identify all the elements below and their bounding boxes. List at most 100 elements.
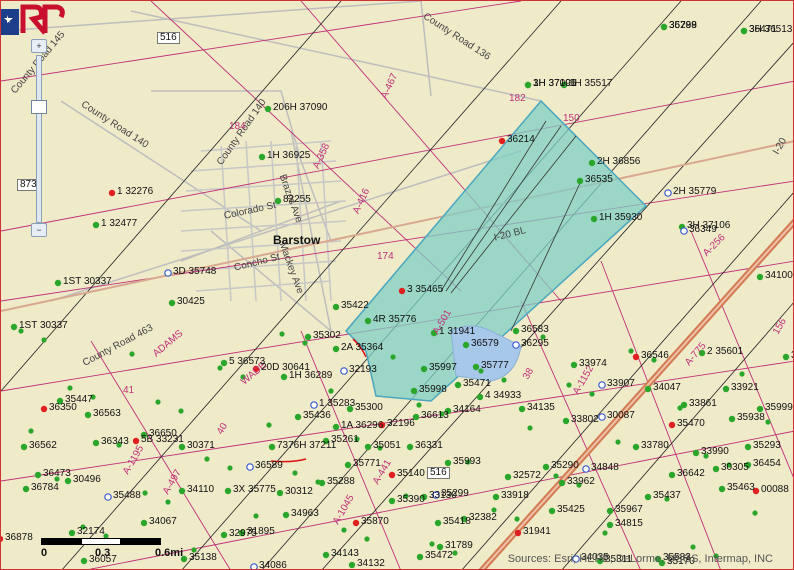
well-label[interactable]: 7376H 37211	[277, 441, 336, 451]
well-label[interactable]: 1 31941	[439, 327, 475, 337]
well-label[interactable]: 31895	[247, 527, 275, 537]
well-marker-icon[interactable]	[246, 463, 254, 471]
well-label[interactable]: 1A 36296	[341, 421, 383, 431]
well-marker-icon[interactable]	[553, 473, 559, 479]
well-marker-icon[interactable]	[744, 443, 752, 451]
well-marker-icon[interactable]	[542, 463, 550, 471]
well-marker-icon[interactable]	[576, 177, 584, 185]
well-marker-icon[interactable]	[292, 470, 298, 476]
well-marker-icon[interactable]	[628, 348, 634, 354]
well-marker-icon[interactable]	[164, 269, 172, 277]
well-marker-icon[interactable]	[615, 439, 621, 445]
well-marker-icon[interactable]	[632, 353, 640, 361]
well-marker-icon[interactable]	[444, 459, 452, 467]
well-label[interactable]: 34110	[187, 485, 214, 495]
well-marker-icon[interactable]	[388, 497, 396, 505]
well-marker-icon[interactable]	[492, 493, 500, 501]
well-label[interactable]: 36535	[585, 175, 613, 185]
well-marker-icon[interactable]	[668, 471, 676, 479]
well-label[interactable]: 35771	[353, 459, 381, 469]
well-marker-icon[interactable]	[142, 490, 148, 496]
well-label[interactable]: 35999	[765, 403, 793, 413]
well-marker-icon[interactable]	[332, 303, 340, 311]
well-marker-icon[interactable]	[104, 493, 112, 501]
well-label[interactable]: 32193	[349, 365, 377, 375]
well-label[interactable]: 3 35465	[407, 285, 443, 295]
well-marker-icon[interactable]	[364, 443, 372, 451]
well-marker-icon[interactable]	[140, 519, 148, 527]
well-label[interactable]: 5 36573	[229, 357, 265, 367]
well-marker-icon[interactable]	[765, 419, 771, 425]
well-marker-icon[interactable]	[253, 513, 259, 519]
well-label[interactable]: 2H 36856	[597, 157, 640, 167]
well-marker-icon[interactable]	[476, 393, 484, 401]
well-label[interactable]: 33990	[701, 447, 729, 457]
well-marker-icon[interactable]	[472, 363, 480, 371]
well-marker-icon[interactable]	[570, 361, 578, 369]
well-label[interactable]: 35463	[727, 483, 755, 493]
well-marker-icon[interactable]	[266, 422, 272, 428]
well-marker-icon[interactable]	[250, 563, 258, 570]
well-label[interactable]: 35422	[341, 301, 369, 311]
well-marker-icon[interactable]	[454, 381, 462, 389]
well-marker-icon[interactable]	[108, 189, 116, 197]
well-marker-icon[interactable]	[398, 287, 406, 295]
well-marker-icon[interactable]	[660, 23, 668, 31]
well-label[interactable]: 36473	[43, 469, 71, 479]
well-marker-icon[interactable]	[606, 521, 614, 529]
well-marker-icon[interactable]	[227, 465, 233, 471]
well-marker-icon[interactable]	[562, 417, 570, 425]
well-marker-icon[interactable]	[165, 499, 171, 505]
zoom-control[interactable]: + −	[31, 39, 47, 237]
well-marker-icon[interactable]	[664, 189, 672, 197]
well-marker-icon[interactable]	[644, 493, 652, 501]
well-label[interactable]: 35938	[737, 413, 765, 423]
well-marker-icon[interactable]	[364, 536, 370, 542]
well-label[interactable]: 36563	[93, 409, 121, 419]
well-marker-icon[interactable]	[527, 425, 533, 431]
well-marker-icon[interactable]	[420, 365, 428, 373]
well-marker-icon[interactable]	[598, 381, 606, 389]
well-label[interactable]: 4 34933	[485, 391, 521, 401]
well-label[interactable]: 35293	[753, 441, 781, 451]
well-label[interactable]: 35051	[373, 441, 401, 451]
well-marker-icon[interactable]	[332, 423, 340, 431]
well-label[interactable]: 30087	[607, 411, 635, 421]
well-marker-icon[interactable]	[739, 371, 745, 377]
well-marker-icon[interactable]	[782, 353, 790, 361]
well-label[interactable]: 35437	[653, 491, 681, 501]
well-marker-icon[interactable]	[590, 215, 598, 223]
well-label[interactable]: 35425	[557, 505, 585, 515]
well-label[interactable]: 36471	[749, 25, 777, 35]
well-marker-icon[interactable]	[512, 341, 520, 349]
well-label[interactable]: 34100	[765, 271, 793, 281]
well-label[interactable]: 32196	[387, 419, 415, 429]
well-marker-icon[interactable]	[410, 387, 418, 395]
well-marker-icon[interactable]	[294, 413, 302, 421]
well-marker-icon[interactable]	[310, 401, 318, 409]
well-label[interactable]: 35472	[425, 551, 453, 561]
well-label[interactable]: 36642	[677, 469, 705, 479]
well-marker-icon[interactable]	[416, 402, 422, 408]
well-marker-icon[interactable]	[756, 273, 764, 281]
well-label[interactable]: 1 32276	[117, 187, 153, 197]
well-label[interactable]: 35288	[327, 477, 355, 487]
well-label[interactable]: 206H 37090	[273, 103, 328, 113]
well-marker-icon[interactable]	[524, 81, 532, 89]
well-marker-icon[interactable]	[501, 377, 507, 383]
well-marker-icon[interactable]	[20, 443, 28, 451]
well-marker-icon[interactable]	[606, 507, 614, 515]
well-marker-icon[interactable]	[344, 461, 352, 469]
well-marker-icon[interactable]	[302, 340, 308, 346]
well-label[interactable]: 35998	[419, 385, 447, 395]
well-marker-icon[interactable]	[668, 421, 676, 429]
map-canvas[interactable]: County Road 145 County Road 140 County R…	[0, 0, 794, 570]
well-marker-icon[interactable]	[740, 27, 748, 35]
well-marker-icon[interactable]	[315, 479, 321, 485]
well-marker-icon[interactable]	[276, 489, 284, 497]
well-label[interactable]: 3D 35748	[173, 267, 216, 277]
well-marker-icon[interactable]	[429, 541, 435, 547]
well-label[interactable]: 35471	[463, 379, 491, 389]
well-label[interactable]: 33962	[567, 477, 595, 487]
well-label[interactable]: 1H 36289	[289, 371, 332, 381]
